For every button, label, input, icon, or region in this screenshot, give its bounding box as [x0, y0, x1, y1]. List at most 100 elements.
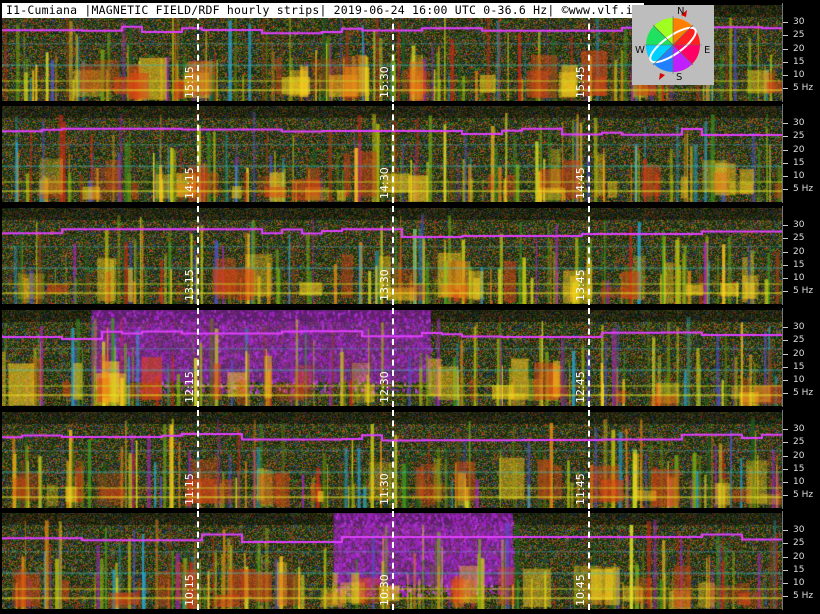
scale-tick [783, 481, 788, 483]
scale-tick [783, 327, 788, 329]
compass-north-label: N [677, 6, 685, 17]
scale-label: 25 [793, 30, 805, 41]
compass-east-label: E [704, 45, 711, 56]
scale-tick [783, 277, 788, 279]
scale-tick [783, 136, 788, 138]
frequency-scale: 30 25 20 15 10 5 Hz [782, 410, 820, 509]
scale-label: 5 Hz [793, 387, 814, 398]
scale-label: 15 [793, 463, 805, 474]
scale-label: 15 [793, 56, 805, 67]
time-marker-line [197, 104, 199, 203]
time-label: 12:45 [574, 371, 587, 403]
time-marker-line [588, 206, 590, 305]
scale-label: 5 Hz [793, 285, 814, 296]
frequency-scale: 30 25 20 15 10 5 Hz [782, 308, 820, 407]
time-label: 11:45 [574, 473, 587, 505]
time-label: 10:45 [574, 574, 587, 606]
scale-tick [783, 251, 788, 253]
time-label: 13:45 [574, 269, 587, 301]
scale-label: 20 [793, 43, 805, 54]
scale-tick [783, 494, 788, 496]
time-marker-line [197, 308, 199, 407]
scale-tick [783, 340, 788, 342]
scale-tick [783, 22, 788, 24]
scale-label: 25 [793, 233, 805, 244]
time-label: 15:15 [183, 66, 196, 98]
compass-south-label: S [676, 72, 683, 83]
time-label: 14:15 [183, 167, 196, 199]
scale-label: 25 [793, 335, 805, 346]
scale-tick [783, 569, 788, 571]
scale-tick [783, 595, 788, 597]
scale-label: 20 [793, 450, 805, 461]
time-marker-line [588, 104, 590, 203]
scale-label: 25 [793, 538, 805, 549]
frequency-scale: 30 25 20 15 10 5 Hz [782, 206, 820, 305]
scale-tick [783, 582, 788, 584]
scale-label: 30 [793, 17, 805, 28]
scale-label: 30 [793, 118, 805, 129]
spectrogram-strip: 30 25 20 15 10 5 Hz 12:15 12:30 12:45 [0, 308, 820, 407]
scale-tick [783, 366, 788, 368]
time-label: 15:30 [378, 66, 391, 98]
scale-tick [783, 175, 788, 177]
time-label: 14:30 [378, 167, 391, 199]
scale-label: 15 [793, 361, 805, 372]
time-marker-line [392, 511, 394, 610]
scale-label: 30 [793, 220, 805, 231]
scale-tick [783, 149, 788, 151]
compass-west-label: W [635, 45, 645, 56]
time-label: 10:15 [183, 574, 196, 606]
scale-label: 10 [793, 476, 805, 487]
scale-label: 5 Hz [793, 82, 814, 93]
scale-label: 30 [793, 322, 805, 333]
scale-tick [783, 543, 788, 545]
scale-tick [783, 74, 788, 76]
scale-tick [783, 35, 788, 37]
time-marker-line [588, 308, 590, 407]
scale-label: 15 [793, 259, 805, 270]
scale-label: 25 [793, 131, 805, 142]
scale-tick [783, 468, 788, 470]
scale-label: 20 [793, 551, 805, 562]
time-label: 12:30 [378, 371, 391, 403]
scale-label: 25 [793, 437, 805, 448]
scale-tick [783, 61, 788, 63]
scale-label: 20 [793, 348, 805, 359]
frequency-scale: 30 25 20 15 10 5 Hz [782, 3, 820, 102]
time-label: 11:30 [378, 473, 391, 505]
time-marker-line [197, 206, 199, 305]
frequency-scale: 30 25 20 15 10 5 Hz [782, 104, 820, 203]
scale-tick [783, 442, 788, 444]
time-label: 13:30 [378, 269, 391, 301]
scale-label: 15 [793, 564, 805, 575]
scale-label: 10 [793, 374, 805, 385]
scale-label: 10 [793, 272, 805, 283]
scale-label: 5 Hz [793, 489, 814, 500]
time-label: 12:15 [183, 371, 196, 403]
scale-tick [783, 530, 788, 532]
time-label: 10:30 [378, 574, 391, 606]
scale-tick [783, 225, 788, 227]
scale-label: 30 [793, 525, 805, 536]
spectrogram-strip: 30 25 20 15 10 5 Hz 14:15 14:30 14:45 [0, 104, 820, 203]
spectrogram-strip: 30 25 20 15 10 5 Hz 13:15 13:30 13:45 [0, 206, 820, 305]
time-marker-line [392, 206, 394, 305]
scale-tick [783, 87, 788, 89]
page-title: I1-Cumiana |MAGNETIC FIELD/RDF hourly st… [2, 3, 644, 18]
scale-tick [783, 556, 788, 558]
spectrogram-strip: 30 25 20 15 10 5 Hz 10:15 10:30 10:45 [0, 511, 820, 610]
scale-tick [783, 455, 788, 457]
direction-compass: N S E W [632, 5, 714, 85]
scale-tick [783, 290, 788, 292]
frequency-scale: 30 25 20 15 10 5 Hz [782, 511, 820, 610]
time-marker-line [392, 104, 394, 203]
scale-tick [783, 123, 788, 125]
time-label: 14:45 [574, 167, 587, 199]
scale-tick [783, 188, 788, 190]
scale-label: 5 Hz [793, 183, 814, 194]
scale-tick [783, 238, 788, 240]
scale-tick [783, 48, 788, 50]
scale-label: 20 [793, 144, 805, 155]
scale-tick [783, 264, 788, 266]
